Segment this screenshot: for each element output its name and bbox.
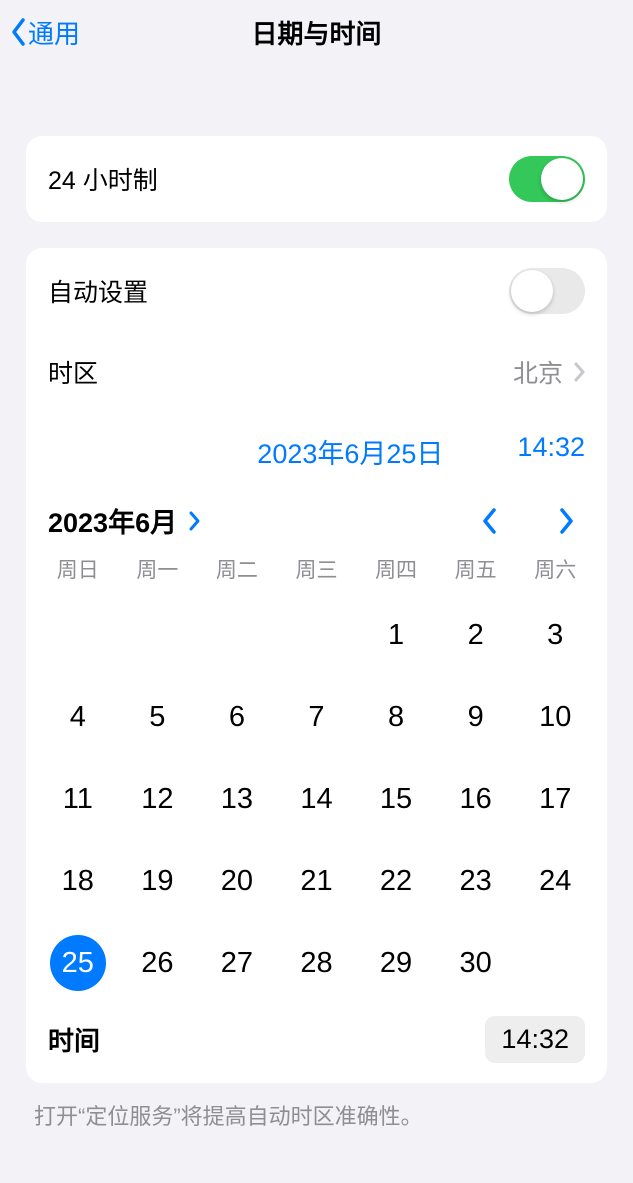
timezone-value: 北京: [513, 354, 563, 390]
auto-set-toggle[interactable]: [509, 268, 585, 314]
calendar-day[interactable]: 14: [277, 758, 357, 840]
calendar-day[interactable]: 25: [38, 922, 118, 1004]
footer-note: 打开“定位服务”将提高自动时区准确性。: [0, 1083, 633, 1147]
calendar-day[interactable]: 22: [356, 840, 436, 922]
timezone-label: 时区: [48, 354, 98, 390]
calendar-day[interactable]: 19: [118, 840, 198, 922]
calendar-day[interactable]: 9: [436, 676, 516, 758]
time-picker-button[interactable]: 14:32: [485, 1016, 585, 1063]
calendar-day[interactable]: 1: [356, 594, 436, 676]
calendar-day[interactable]: 7: [277, 676, 357, 758]
calendar-day[interactable]: 29: [356, 922, 436, 1004]
timezone-row[interactable]: 时区 北京: [26, 334, 607, 410]
weekday-label: 周五: [436, 554, 516, 584]
calendar-day[interactable]: 30: [436, 922, 516, 1004]
calendar-day[interactable]: 4: [38, 676, 118, 758]
page-title: 日期与时间: [0, 14, 633, 51]
calendar-day[interactable]: 20: [197, 840, 277, 922]
calendar-day[interactable]: 21: [277, 840, 357, 922]
calendar-day[interactable]: 15: [356, 758, 436, 840]
calendar-day[interactable]: 12: [118, 758, 198, 840]
calendar-day[interactable]: 2: [436, 594, 516, 676]
calendar-day[interactable]: 6: [197, 676, 277, 758]
month-label: 2023年6月: [48, 501, 177, 540]
chevron-left-icon: [10, 17, 28, 47]
chevron-right-icon: [573, 362, 585, 382]
hour24-label: 24 小时制: [48, 161, 158, 197]
chevron-left-icon: [481, 507, 499, 535]
back-button[interactable]: 通用: [10, 14, 80, 51]
weekday-label: 周一: [118, 554, 198, 584]
month-picker-button[interactable]: 2023年6月: [48, 501, 201, 540]
time-label: 时间: [48, 1021, 100, 1058]
chevron-right-icon: [557, 507, 575, 535]
selected-time-button[interactable]: 14:32: [517, 432, 585, 471]
calendar-day[interactable]: 24: [515, 840, 595, 922]
calendar-day[interactable]: 3: [515, 594, 595, 676]
calendar-day[interactable]: 27: [197, 922, 277, 1004]
calendar-day[interactable]: 23: [436, 840, 516, 922]
chevron-right-icon: [187, 510, 201, 532]
weekday-label: 周六: [515, 554, 595, 584]
calendar-day[interactable]: 11: [38, 758, 118, 840]
calendar-day[interactable]: 5: [118, 676, 198, 758]
weekday-label: 周三: [277, 554, 357, 584]
prev-month-button[interactable]: [479, 506, 501, 536]
auto-set-label: 自动设置: [48, 273, 148, 309]
calendar-day[interactable]: 10: [515, 676, 595, 758]
weekday-label: 周四: [356, 554, 436, 584]
hour24-toggle[interactable]: [509, 156, 585, 202]
calendar-day[interactable]: 26: [118, 922, 198, 1004]
next-month-button[interactable]: [555, 506, 577, 536]
weekday-label: 周二: [197, 554, 277, 584]
calendar-day[interactable]: 28: [277, 922, 357, 1004]
calendar-day[interactable]: 18: [38, 840, 118, 922]
selected-date-button[interactable]: 2023年6月25日: [257, 432, 443, 471]
calendar-day[interactable]: 16: [436, 758, 516, 840]
weekday-label: 周日: [38, 554, 118, 584]
calendar-day[interactable]: 17: [515, 758, 595, 840]
calendar-day[interactable]: 13: [197, 758, 277, 840]
calendar-day[interactable]: 8: [356, 676, 436, 758]
back-label: 通用: [28, 14, 80, 51]
